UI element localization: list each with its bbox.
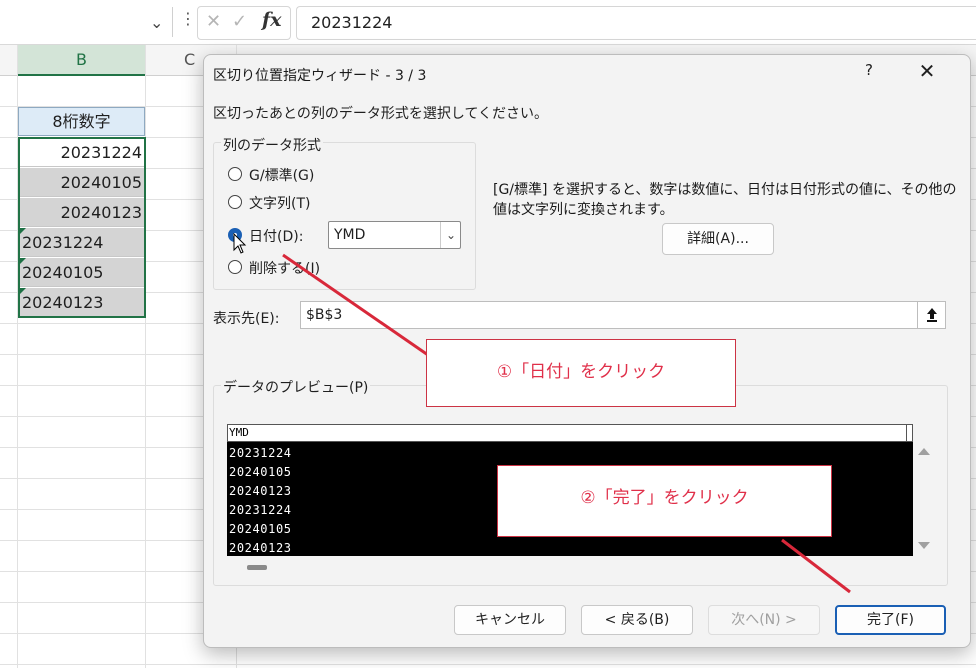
radio-skip[interactable] bbox=[228, 260, 242, 274]
radio-skip-label[interactable]: 削除する(I) bbox=[249, 258, 320, 278]
scroll-up-icon[interactable] bbox=[918, 448, 930, 455]
data-preview-label: データのプレビュー(P) bbox=[221, 377, 371, 397]
back-button[interactable]: < 戻る(B) bbox=[581, 605, 693, 635]
format-description: [G/標準] を選択すると、数字は数値に、日付は日付形式の値に、その他の値は文字… bbox=[493, 182, 957, 218]
radio-text-label[interactable]: 文字列(T) bbox=[249, 193, 310, 213]
preview-row: 20240105 bbox=[229, 465, 292, 479]
more-options-icon[interactable]: ⋮ bbox=[180, 9, 196, 28]
preview-header-divider bbox=[906, 425, 907, 441]
preview-vertical-scrollbar[interactable] bbox=[914, 424, 934, 556]
help-button[interactable]: ? bbox=[856, 61, 882, 85]
destination-input[interactable]: $B$3 bbox=[300, 301, 917, 329]
scroll-down-icon[interactable] bbox=[918, 542, 930, 549]
chevron-down-icon[interactable]: ⌄ bbox=[440, 222, 461, 248]
annotation-callout-finish: ②「完了」をクリック bbox=[497, 465, 832, 537]
next-button[interactable]: 次へ(N) > bbox=[708, 605, 820, 635]
finish-button[interactable]: 完了(F) bbox=[835, 605, 946, 635]
formula-input[interactable]: 20231224 bbox=[296, 6, 976, 40]
date-format-select[interactable]: YMD ⌄ bbox=[328, 221, 461, 249]
preview-header-label: YMD bbox=[229, 426, 249, 439]
formula-controls: ✕ ✓ fx bbox=[197, 6, 291, 40]
column-header-b[interactable]: B bbox=[18, 45, 145, 76]
collapse-dialog-icon bbox=[926, 308, 937, 322]
destination-label: 表示先(E): bbox=[213, 311, 280, 327]
mouse-cursor-icon bbox=[233, 233, 247, 254]
preview-row: 20240105 bbox=[229, 522, 292, 536]
preview-column-header: YMD bbox=[227, 424, 913, 442]
chevron-down-icon[interactable]: ⌄ bbox=[150, 13, 163, 32]
insert-function-icon[interactable]: fx bbox=[262, 9, 282, 31]
cancel-icon[interactable]: ✕ bbox=[206, 11, 221, 32]
radio-general[interactable] bbox=[228, 167, 242, 181]
date-format-value: YMD bbox=[334, 227, 366, 243]
preview-horizontal-scroll-thumb[interactable] bbox=[247, 565, 267, 570]
advanced-button[interactable]: 詳細(A)... bbox=[662, 223, 774, 255]
destination-value: $B$3 bbox=[306, 307, 343, 323]
radio-general-label[interactable]: G/標準(G) bbox=[249, 165, 314, 185]
check-icon[interactable]: ✓ bbox=[232, 11, 247, 32]
column-format-group-label: 列のデータ形式 bbox=[221, 135, 323, 155]
dialog-title: 区切り位置指定ウィザード - 3 / 3 bbox=[213, 68, 427, 84]
name-box[interactable]: ⌄ bbox=[0, 7, 173, 37]
cell-header-8digit[interactable]: 8桁数字 bbox=[18, 107, 145, 136]
preview-row: 20240123 bbox=[229, 541, 292, 555]
formula-bar: ⌄ ⋮ ✕ ✓ fx 20231224 bbox=[0, 0, 976, 45]
preview-row: 20231224 bbox=[229, 503, 292, 517]
radio-text[interactable] bbox=[228, 195, 242, 209]
cancel-button[interactable]: キャンセル bbox=[454, 605, 566, 635]
selection-range bbox=[18, 137, 146, 318]
radio-date-label[interactable]: 日付(D): bbox=[249, 226, 303, 246]
formula-value: 20231224 bbox=[311, 13, 393, 32]
preview-row: 20231224 bbox=[229, 446, 292, 460]
close-button[interactable]: ✕ bbox=[912, 59, 942, 87]
range-picker-button[interactable] bbox=[917, 301, 946, 329]
annotation-callout-date: ①「日付」をクリック bbox=[426, 339, 736, 407]
instruction-text: 区切ったあとの列のデータ形式を選択してください。 bbox=[213, 106, 549, 122]
preview-row: 20240123 bbox=[229, 484, 292, 498]
